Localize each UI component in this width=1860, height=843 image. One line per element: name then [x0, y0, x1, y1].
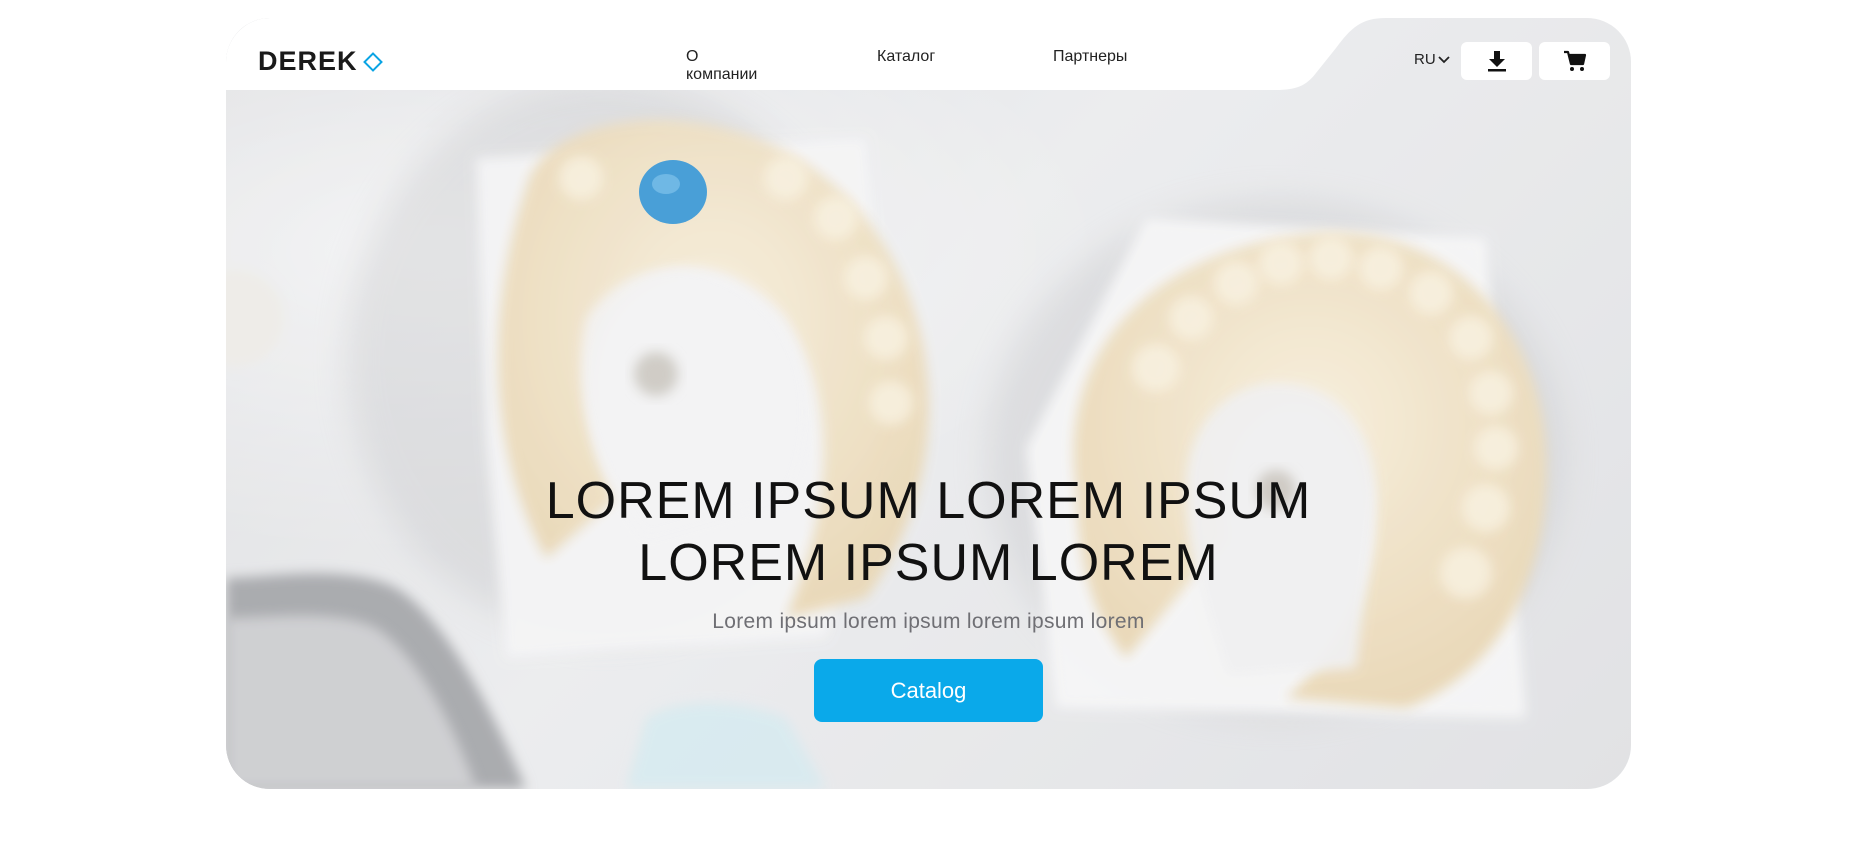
cart-button[interactable] [1539, 42, 1610, 80]
hero-title: LOREM IPSUM LOREM IPSUM LOREM IPSUM LORE… [226, 470, 1631, 594]
nav-item-partners[interactable]: Партнеры [1053, 48, 1127, 66]
logo-text: DEREK [258, 45, 358, 76]
hero-banner: DEREK О компании Каталог Партнеры RU LOR… [226, 18, 1631, 789]
logo[interactable]: DEREK [258, 45, 383, 76]
hero-title-line-2: LOREM IPSUM LOREM [638, 534, 1219, 592]
hero-subtitle: Lorem ipsum lorem ipsum lorem ipsum lore… [712, 610, 1145, 633]
download-button[interactable] [1461, 42, 1532, 80]
download-icon [1487, 51, 1506, 72]
chevron-down-icon [1438, 55, 1450, 63]
cart-icon [1563, 50, 1586, 71]
nav-item-catalog[interactable]: Каталог [877, 48, 935, 66]
catalog-button[interactable]: Catalog [814, 659, 1043, 722]
logo-diamond-icon [362, 52, 383, 72]
language-selector[interactable]: RU [1414, 51, 1450, 68]
language-label: RU [1414, 51, 1436, 68]
hero-title-line-1: LOREM IPSUM LOREM IPSUM [545, 472, 1312, 530]
nav-item-about[interactable]: О компании [686, 48, 757, 84]
